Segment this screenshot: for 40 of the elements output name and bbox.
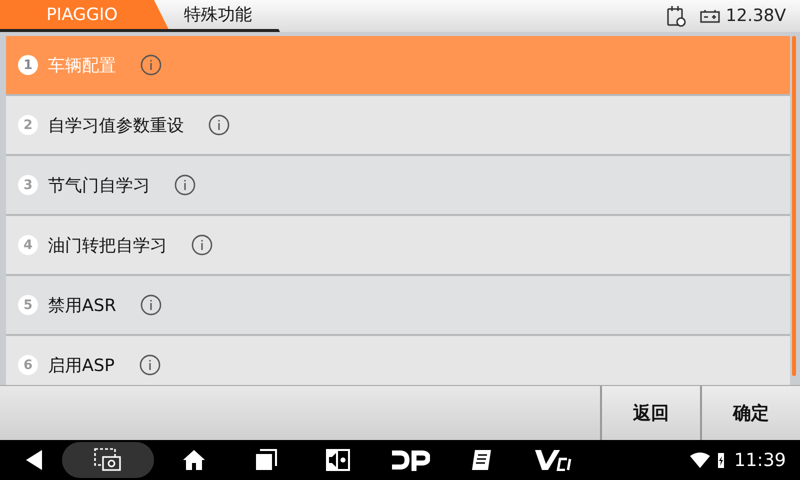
info-icon[interactable] — [140, 294, 162, 316]
function-item[interactable]: 3 节气门自学习 — [6, 156, 790, 216]
function-item[interactable]: 4 油门转把自学习 — [6, 216, 790, 276]
home-icon[interactable] — [182, 449, 206, 471]
item-label: 禁用ASR — [48, 294, 116, 316]
item-label: 节气门自学习 — [48, 174, 150, 196]
number-badge: 2 — [18, 115, 38, 135]
item-label: 油门转把自学习 — [48, 234, 167, 256]
scrollbar[interactable] — [792, 36, 796, 376]
number-badge: 5 — [18, 295, 38, 315]
screenshot-icon[interactable] — [94, 448, 122, 472]
number-badge: 6 — [18, 355, 38, 375]
info-icon[interactable] — [208, 114, 230, 136]
action-button[interactable]: 返回 — [600, 386, 700, 440]
info-icon[interactable] — [191, 234, 213, 256]
clock-time: 11:39 — [734, 450, 786, 470]
vci-logo-icon[interactable] — [534, 449, 574, 471]
number-badge: 4 — [18, 235, 38, 255]
function-item[interactable]: 1 车辆配置 — [6, 36, 790, 96]
battery-charging-icon — [716, 451, 726, 469]
item-label: 自学习值参数重设 — [48, 114, 184, 136]
volume-brightness-icon[interactable] — [325, 448, 351, 472]
function-item[interactable]: 2 自学习值参数重设 — [6, 96, 790, 156]
dp-logo-icon[interactable] — [390, 449, 430, 471]
item-label: 启用ASP — [48, 354, 115, 376]
number-badge: 3 — [18, 175, 38, 195]
recent-apps-icon[interactable] — [255, 449, 277, 471]
battery-icon — [700, 9, 720, 23]
action-button[interactable]: 确定 — [700, 386, 800, 440]
item-label: 车辆配置 — [48, 54, 116, 76]
calendar-icon — [666, 5, 686, 27]
info-icon[interactable] — [140, 54, 162, 76]
number-badge: 1 — [18, 55, 38, 75]
voltage-reading: 12.38V — [726, 6, 786, 26]
info-icon[interactable] — [138, 354, 161, 376]
info-icon[interactable] — [174, 174, 196, 196]
manual-icon[interactable] — [470, 448, 494, 472]
function-item[interactable]: 6 启用ASP — [6, 336, 790, 385]
function-item[interactable]: 5 禁用ASR — [6, 276, 790, 336]
wifi-icon — [690, 452, 710, 468]
